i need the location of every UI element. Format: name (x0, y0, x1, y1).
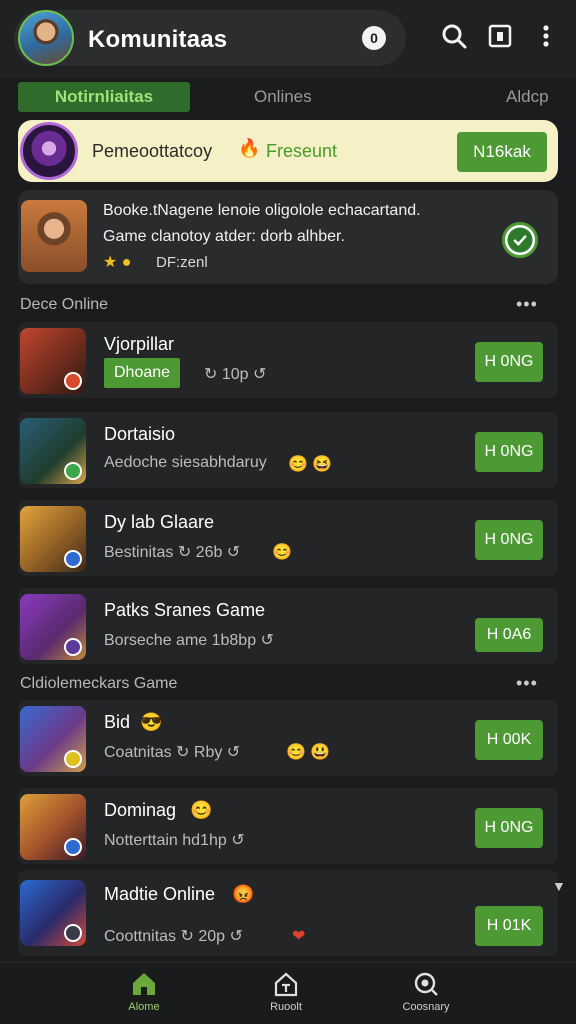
platform-badge-icon (64, 372, 82, 390)
search-icon (414, 972, 438, 996)
row-title: Dy lab Glaare (104, 512, 215, 532)
emoji-icon: 😡 (232, 884, 255, 904)
emoji-icon: 😊 (272, 544, 292, 561)
list-item[interactable]: Dortaisio Aedoche siesabhdaruy 😊 😆 H 0NG (18, 412, 558, 488)
nav-label: Ruoolt (270, 1001, 302, 1013)
platform-badge-icon (64, 924, 82, 942)
app-header: Komunitaas 0 (0, 0, 576, 78)
game-thumbnail (20, 418, 86, 484)
game-thumbnail (20, 328, 86, 394)
row-sub: Notterttain hd1hp ↺ (104, 832, 245, 849)
row-sub: Aedoche siesabhdaruy (104, 454, 267, 471)
join-button[interactable]: H 0NG (475, 808, 543, 848)
game-thumbnail (20, 594, 86, 660)
nav-home[interactable]: Alome (84, 969, 204, 1013)
notification-badge[interactable]: 0 (362, 26, 386, 50)
game-thumbnail (20, 706, 86, 772)
join-button[interactable]: H 0NG (475, 342, 543, 382)
join-button[interactable]: H 01K (475, 906, 543, 946)
emoji-icon: 😊 😃 (286, 744, 331, 761)
join-button[interactable]: H 00K (475, 720, 543, 760)
list-item[interactable]: Dy lab Glaare Bestinitas ↻ 26b ↺ 😊 H 0NG (18, 500, 558, 576)
more-vert-icon[interactable] (532, 22, 560, 50)
platform-badge-icon (64, 638, 82, 656)
section-title-online: Dece Online (20, 296, 109, 313)
emoji-icon: 😊 😆 (288, 456, 333, 473)
list-item[interactable]: Vjorpillar Dhoane ↻ 10p ↺ H 0NG (18, 322, 558, 398)
heart-icon: ❤ (292, 928, 306, 945)
game-icon (274, 972, 298, 997)
tab-aldcp[interactable]: Aldcp (506, 82, 549, 112)
join-button[interactable]: H 0NG (475, 432, 543, 472)
bookmark-icon[interactable] (486, 22, 514, 50)
nav-games[interactable]: Ruoolt (226, 969, 346, 1013)
featured-thumbnail (21, 200, 87, 272)
emoji-icon: 😊 (190, 800, 213, 820)
list-item[interactable]: Dominag 😊 Notterttain hd1hp ↺ H 0NG (18, 788, 558, 864)
row-sub: Coatnitas ↻ Rby ↺ (104, 744, 241, 761)
row-title: Patks Sranes Game (104, 600, 266, 620)
platform-badge-icon (64, 550, 82, 568)
more-horiz-icon[interactable]: ••• (516, 294, 538, 315)
game-thumbnail (20, 794, 86, 860)
more-horiz-icon[interactable]: ••• (516, 673, 538, 694)
search-icon[interactable] (440, 22, 468, 50)
row-title: Madtie Online (104, 884, 216, 904)
banner-status: Freseunt (266, 141, 338, 161)
featured-line2: Game clanotoy atder: dorb alhber. (103, 228, 345, 245)
presence-banner: Pemeoottatcoy 🔥 Freseunt N16kak (18, 120, 558, 182)
platform-badge-icon (64, 750, 82, 768)
flame-icon: 🔥 (238, 138, 261, 158)
platform-badge-icon (64, 838, 82, 856)
featured-sub: DF:zenl (156, 254, 208, 271)
check-icon[interactable] (502, 222, 538, 258)
nav-search[interactable]: Coosnary (366, 969, 486, 1013)
row-title: Vjorpillar (104, 334, 175, 354)
nav-label: Alome (128, 1001, 160, 1013)
game-thumbnail (20, 880, 86, 946)
game-thumbnail (20, 506, 86, 572)
row-title: Dortaisio (104, 424, 176, 444)
banner-action-button[interactable]: N16kak (457, 132, 547, 172)
row-sub: Coottnitas ↻ 20p ↺ (104, 928, 243, 945)
page-title: Komunitaas (88, 26, 228, 53)
status-badge: Dhoane (104, 358, 181, 388)
list-item[interactable]: Bid 😎 Coatnitas ↻ Rby ↺ 😊 😃 H 00K (18, 700, 558, 776)
tab-online[interactable]: Onlines (254, 82, 312, 112)
tab-notifications[interactable]: Notirnliaitas (18, 82, 190, 112)
platform-badge-icon (64, 462, 82, 480)
tab-bar: Notirnliaitas Onlines Aldcp (0, 78, 576, 116)
home-icon (133, 973, 155, 995)
row-sub: Borseche ame 1b8bp ↺ (104, 632, 274, 649)
chevron-down-icon[interactable]: ▼ (552, 878, 566, 894)
banner-avatar[interactable] (20, 122, 78, 180)
nav-label: Coosnary (402, 1001, 450, 1013)
list-item[interactable]: Patks Sranes Game Borseche ame 1b8bp ↺ H… (18, 588, 558, 664)
list-item[interactable]: Madtie Online 😡 Coottnitas ↻ 20p ↺ ❤ ▼ H… (18, 870, 566, 956)
row-title: Dominag (104, 800, 177, 820)
section-title-games: Cldiolemeckars Game (20, 675, 178, 692)
star-icon: ★ ● (103, 254, 132, 271)
row-meta: ↻ 10p ↺ (204, 366, 267, 383)
row-title: Bid (104, 712, 131, 732)
row-sub: Bestinitas ↻ 26b ↺ (104, 544, 241, 561)
featured-line1: Booke.tNagene lenoie oligolole echacarta… (103, 202, 421, 219)
banner-text: Pemeoottatcoy (92, 141, 213, 161)
featured-card[interactable]: Booke.tNagene lenoie oligolole echacarta… (18, 190, 558, 284)
emoji-icon: 😎 (140, 712, 163, 732)
join-button[interactable]: H 0NG (475, 520, 543, 560)
title-pill[interactable]: Komunitaas 0 (14, 10, 406, 66)
avatar[interactable] (18, 10, 74, 66)
join-button[interactable]: H 0A6 (475, 618, 543, 652)
bottom-nav: Alome Ruoolt Coosnary (0, 962, 576, 1024)
